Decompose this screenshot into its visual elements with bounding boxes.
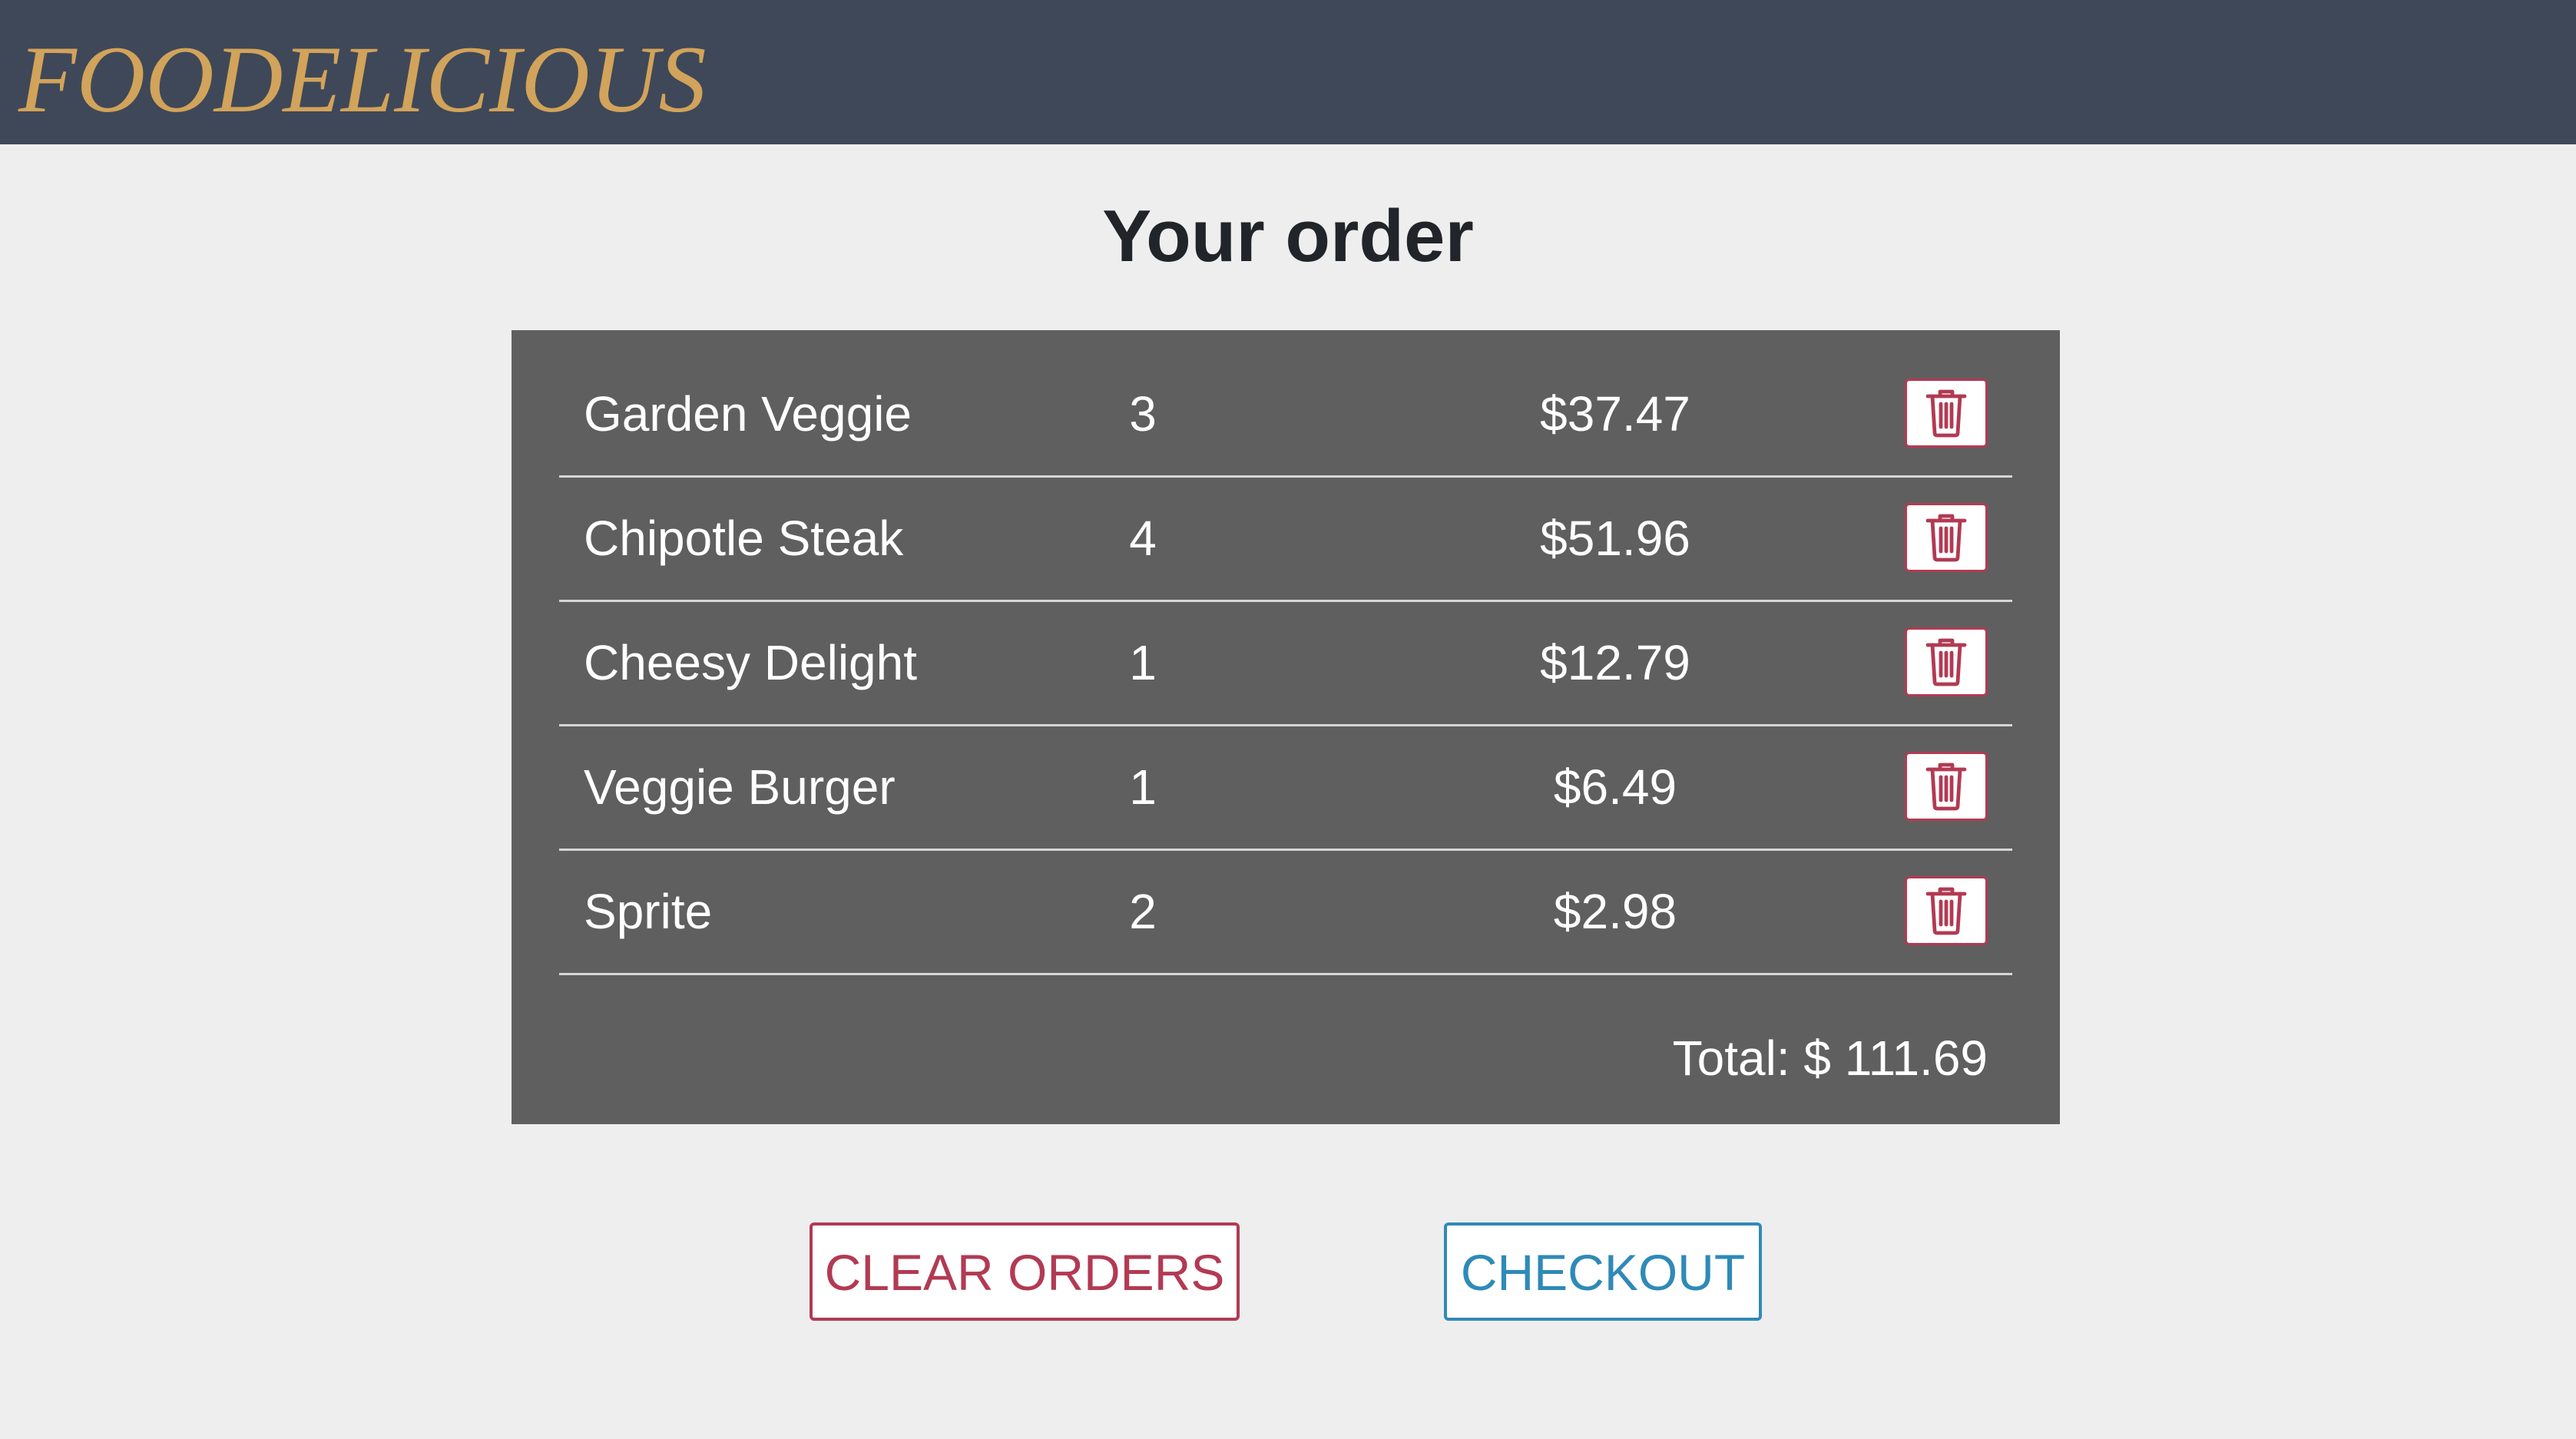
clear-orders-button[interactable]: CLEAR ORDERS (810, 1222, 1240, 1321)
item-price: $2.98 (1553, 884, 1677, 939)
order-row: Veggie Burger 1 $6.49 (559, 726, 2012, 851)
delete-item-button[interactable] (1905, 752, 1988, 821)
item-price: $37.47 (1540, 386, 1690, 442)
item-quantity: 2 (1129, 884, 1157, 939)
navbar: FOODELICIOUS (0, 0, 2576, 144)
item-name: Veggie Burger (584, 759, 896, 815)
trash-icon (1925, 389, 1967, 438)
order-total: Total: $ 111.69 (1672, 1030, 1988, 1086)
item-quantity: 3 (1129, 386, 1157, 442)
order-list: Garden Veggie 3 $37.47 Chipotle Steak 4 … (512, 330, 2060, 1124)
item-name: Garden Veggie (584, 386, 912, 442)
brand-logo[interactable]: FOODELICIOUS (18, 26, 707, 134)
trash-icon (1925, 887, 1967, 935)
delete-item-button[interactable] (1905, 876, 1988, 945)
item-name: Sprite (584, 884, 713, 939)
order-row: Sprite 2 $2.98 (559, 851, 2012, 975)
trash-icon (1925, 514, 1967, 562)
order-row: Garden Veggie 3 $37.47 (559, 353, 2012, 478)
item-name: Cheesy Delight (584, 635, 917, 690)
item-price: $12.79 (1540, 635, 1690, 690)
delete-item-button[interactable] (1905, 627, 1988, 696)
item-price: $6.49 (1553, 759, 1677, 815)
order-row: Chipotle Steak 4 $51.96 (559, 478, 2012, 602)
item-price: $51.96 (1540, 511, 1690, 566)
item-quantity: 4 (1129, 511, 1157, 566)
trash-icon (1925, 763, 1967, 811)
item-quantity: 1 (1129, 635, 1157, 690)
trash-icon (1925, 638, 1967, 686)
checkout-button[interactable]: CHECKOUT (1444, 1222, 1762, 1321)
page-title: Your order (1102, 195, 1474, 277)
delete-item-button[interactable] (1905, 503, 1988, 572)
delete-item-button[interactable] (1905, 379, 1988, 448)
order-row: Cheesy Delight 1 $12.79 (559, 602, 2012, 726)
item-quantity: 1 (1129, 759, 1157, 815)
item-name: Chipotle Steak (584, 511, 904, 566)
